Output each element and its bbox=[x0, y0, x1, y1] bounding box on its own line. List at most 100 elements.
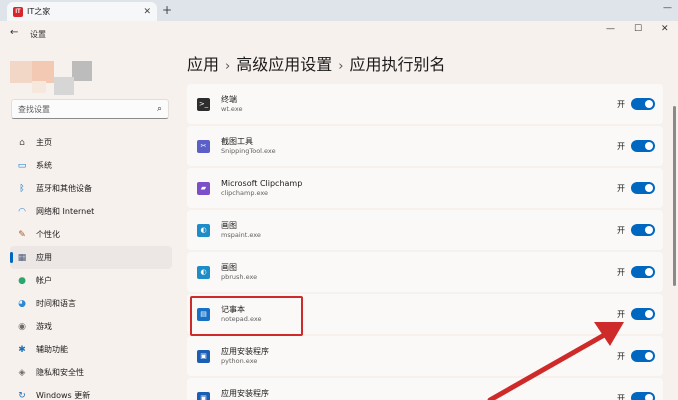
sidebar-item-label: 时间和语言 bbox=[36, 299, 76, 308]
shield-icon: ◈ bbox=[18, 367, 26, 378]
app-installer-icon: ▣ bbox=[197, 349, 210, 363]
chevron-right-icon: › bbox=[225, 59, 231, 74]
browser-tab-strip: IT IT之家 ✕ + — bbox=[0, 0, 678, 21]
alias-row: ◐ 画图 pbrush.exe 开 bbox=[187, 252, 663, 292]
sidebar-item[interactable]: ◉ 游戏 bbox=[10, 315, 172, 338]
clipchamp-icon: ▰ bbox=[197, 181, 210, 195]
sidebar-item-label: 帐户 bbox=[36, 276, 52, 285]
gamepad-icon: ◉ bbox=[18, 321, 26, 332]
title-bar: ← 设置 — ☐ ✕ bbox=[0, 21, 678, 47]
sidebar-item-label: 隐私和安全性 bbox=[36, 368, 84, 377]
sidebar-item[interactable]: ✎ 个性化 bbox=[10, 223, 172, 246]
alias-toggle[interactable] bbox=[631, 98, 655, 110]
back-arrow-icon[interactable]: ← bbox=[10, 27, 18, 38]
scrollbar[interactable] bbox=[673, 106, 676, 286]
alias-exe: mspaint.exe bbox=[221, 231, 261, 239]
alias-name: Microsoft Clipchamp bbox=[221, 179, 303, 188]
sidebar-nav: ⌂ 主页 ▭ 系统 ᛒ 蓝牙和其他设备 ◠ 网络和 Internet ✎ 个性化 ▦ 应用 ● 帐户 ◕ 时间… bbox=[10, 131, 172, 400]
toggle-state-label: 开 bbox=[617, 393, 625, 400]
sidebar-item-label: 蓝牙和其他设备 bbox=[36, 184, 92, 193]
alias-name: 截图工具 bbox=[221, 137, 253, 146]
sidebar-item-label: 游戏 bbox=[36, 322, 52, 331]
sidebar-item[interactable]: ᛒ 蓝牙和其他设备 bbox=[10, 177, 172, 200]
alias-exe: python.exe bbox=[221, 357, 258, 365]
sidebar-item[interactable]: ⌂ 主页 bbox=[10, 131, 172, 154]
alias-toggle[interactable] bbox=[631, 392, 655, 400]
alias-row: ▣应用安装程序python3.exe开 bbox=[187, 378, 663, 400]
settings-window: ← 设置 — ☐ ✕ 查找设置 ⌕ ⌂ 主页 ▭ 系统 ᛒ 蓝牙和其他设备 ◠ 网络和 Int… bbox=[0, 21, 678, 400]
sidebar-item-label: 系统 bbox=[36, 161, 52, 170]
wifi-icon: ◠ bbox=[18, 206, 26, 217]
apps-icon: ▦ bbox=[17, 252, 27, 263]
sidebar-item[interactable]: ◠ 网络和 Internet bbox=[10, 200, 172, 223]
alias-toggle[interactable] bbox=[631, 224, 655, 236]
alias-toggle[interactable] bbox=[631, 350, 655, 362]
alias-toggle[interactable] bbox=[631, 182, 655, 194]
alias-name: 终端 bbox=[221, 95, 237, 104]
alias-row: ◐ 画图 mspaint.exe 开 bbox=[187, 210, 663, 250]
toggle-state-label: 开 bbox=[617, 183, 625, 193]
toggle-state-label: 开 bbox=[617, 309, 625, 319]
toggle-state-label: 开 bbox=[617, 351, 625, 361]
search-input[interactable]: 查找设置 bbox=[18, 104, 157, 115]
alias-toggle[interactable] bbox=[631, 266, 655, 278]
update-icon: ↻ bbox=[18, 390, 26, 400]
bluetooth-icon: ᛒ bbox=[19, 183, 25, 194]
alias-exe: pbrush.exe bbox=[221, 273, 258, 281]
new-tab-icon[interactable]: + bbox=[162, 3, 172, 17]
sidebar-item[interactable]: ◈ 隐私和安全性 bbox=[10, 361, 172, 384]
browser-minimize-icon[interactable]: — bbox=[663, 3, 672, 13]
alias-row: ▰ Microsoft Clipchamp clipchamp.exe 开 bbox=[187, 168, 663, 208]
app-installer-icon: ▣ bbox=[197, 391, 210, 400]
alias-toggle[interactable] bbox=[631, 308, 655, 320]
alias-name: 应用安装程序 bbox=[221, 389, 269, 398]
tab-close-icon[interactable]: ✕ bbox=[143, 7, 151, 17]
brush-icon: ✎ bbox=[18, 229, 26, 240]
alias-name: 画图 bbox=[221, 221, 237, 230]
close-icon[interactable]: ✕ bbox=[661, 24, 669, 34]
maximize-icon[interactable]: ☐ bbox=[634, 24, 642, 34]
globe-icon: ◕ bbox=[18, 298, 26, 309]
sidebar-item-label: 主页 bbox=[36, 138, 52, 147]
sidebar-item[interactable]: ✱ 辅助功能 bbox=[10, 338, 172, 361]
annotation-highlight-box bbox=[190, 296, 303, 336]
accessibility-icon: ✱ bbox=[18, 344, 26, 355]
sidebar-item[interactable]: ↻ Windows 更新 bbox=[10, 384, 172, 400]
sidebar-item[interactable]: ◕ 时间和语言 bbox=[10, 292, 172, 315]
avatar[interactable] bbox=[10, 59, 96, 97]
toggle-state-label: 开 bbox=[617, 99, 625, 109]
breadcrumb-apps[interactable]: 应用 bbox=[187, 55, 219, 74]
alias-row: >_ 终端 wt.exe 开 bbox=[187, 84, 663, 124]
snipping-tool-icon: ✂ bbox=[197, 139, 210, 153]
breadcrumb: 应用 › 高级应用设置 › 应用执行别名 bbox=[187, 51, 445, 75]
minimize-icon[interactable]: — bbox=[606, 24, 615, 34]
terminal-icon: >_ bbox=[197, 97, 210, 111]
alias-toggle[interactable] bbox=[631, 140, 655, 152]
sidebar-item[interactable]: ▦ 应用 bbox=[10, 246, 172, 269]
app-title: 设置 bbox=[30, 30, 46, 39]
sidebar-item[interactable]: ▭ 系统 bbox=[10, 154, 172, 177]
toggle-state-label: 开 bbox=[617, 267, 625, 277]
alias-exe: wt.exe bbox=[221, 105, 243, 113]
alias-row: ✂ 截图工具 SnippingTool.exe 开 bbox=[187, 126, 663, 166]
search-icon: ⌕ bbox=[156, 104, 162, 114]
toggle-state-label: 开 bbox=[617, 225, 625, 235]
sidebar-item-label: 辅助功能 bbox=[36, 345, 68, 354]
sidebar-item-label: 个性化 bbox=[36, 230, 60, 239]
breadcrumb-advanced-app-settings[interactable]: 高级应用设置 bbox=[236, 55, 332, 74]
page-title: 应用执行别名 bbox=[349, 55, 446, 74]
favicon-icon: IT bbox=[13, 6, 23, 17]
chevron-right-icon: › bbox=[338, 59, 344, 74]
home-icon: ⌂ bbox=[19, 137, 25, 148]
toggle-state-label: 开 bbox=[617, 141, 625, 151]
sidebar-item-label: 应用 bbox=[36, 253, 52, 262]
search-box[interactable]: 查找设置 ⌕ bbox=[11, 99, 169, 119]
sidebar-item-label: 网络和 Internet bbox=[36, 207, 95, 216]
paint-icon: ◐ bbox=[197, 223, 210, 237]
browser-tab[interactable]: IT IT之家 ✕ bbox=[7, 2, 157, 21]
alias-exe: clipchamp.exe bbox=[221, 189, 269, 197]
sidebar-item[interactable]: ● 帐户 bbox=[10, 269, 172, 292]
tab-title: IT之家 bbox=[27, 7, 51, 16]
alias-exe: SnippingTool.exe bbox=[221, 147, 276, 155]
alias-row: ▣ 应用安装程序 python.exe 开 bbox=[187, 336, 663, 376]
